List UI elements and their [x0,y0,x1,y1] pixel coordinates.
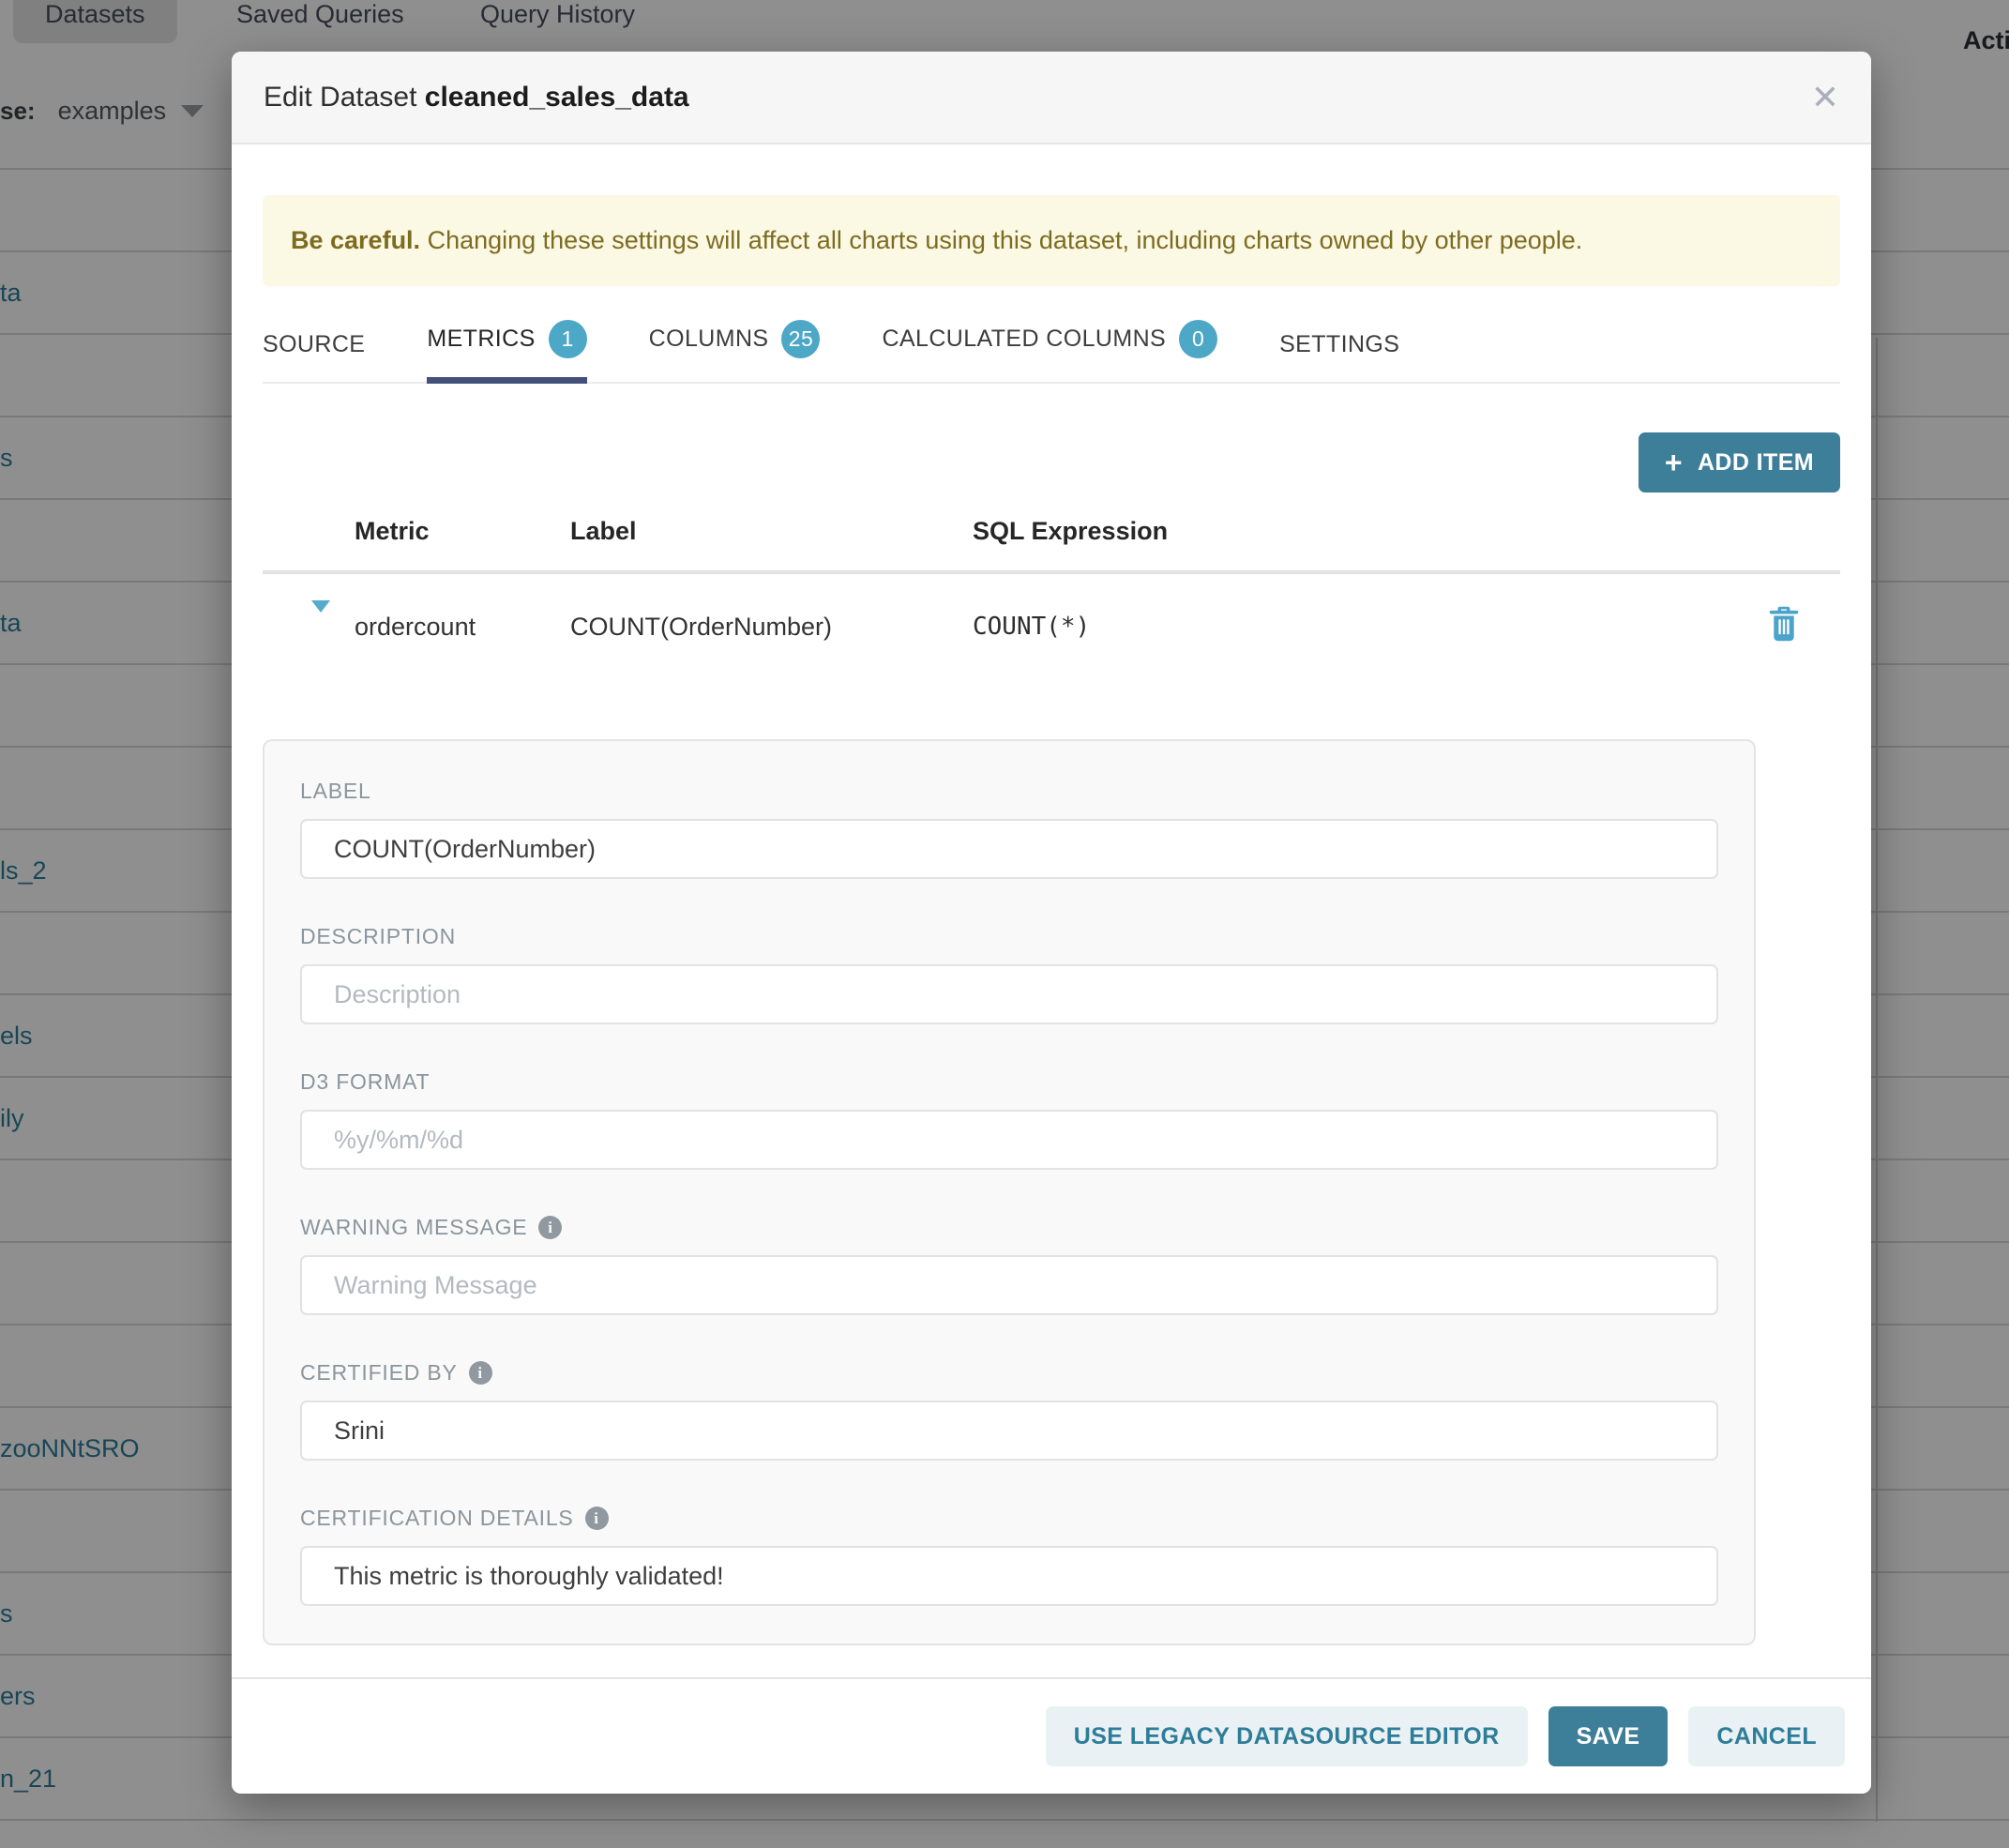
certified-by-field-label: CERTIFIED BY i [300,1360,1718,1386]
form-group-certified-by: CERTIFIED BY i [300,1360,1718,1461]
modal-header: Edit Dataset cleaned_sales_data ✕ [232,52,1871,144]
field-label-text: D3 FORMAT [300,1069,430,1095]
d3-format-field-label: D3 FORMAT [300,1069,1718,1095]
warning-message-input[interactable] [300,1255,1718,1315]
certified-by-input[interactable] [300,1401,1718,1461]
field-label-text: LABEL [300,779,371,804]
modal-tabs: SOURCE METRICS 1 COLUMNS 25 CALCULATED C… [263,320,1840,384]
form-group-label: LABEL [300,779,1718,879]
form-group-d3-format: D3 FORMAT [300,1069,1718,1170]
info-icon[interactable]: i [538,1216,562,1239]
certification-details-field-label: CERTIFICATION DETAILS i [300,1506,1718,1531]
plus-icon: + [1665,447,1683,477]
modal-title-prefix: Edit Dataset [264,82,416,113]
tab-label: SETTINGS [1279,331,1399,358]
columns-count-badge: 25 [781,320,820,358]
modal-title-dataset-name: cleaned_sales_data [425,82,689,113]
form-group-certification-details: CERTIFICATION DETAILS i [300,1506,1718,1606]
tab-calculated-columns[interactable]: CALCULATED COLUMNS 0 [882,320,1217,384]
field-label-text: WARNING MESSAGE [300,1215,527,1240]
modal-title: Edit Dataset cleaned_sales_data [264,82,689,114]
warning-banner: Be careful. Changing these settings will… [263,195,1840,286]
certification-details-input[interactable] [300,1546,1718,1606]
add-item-button[interactable]: + ADD ITEM [1639,432,1840,492]
spacer [1765,517,1840,546]
tab-label: SOURCE [263,331,365,358]
tab-label: CALCULATED COLUMNS [882,326,1166,353]
tab-metrics[interactable]: METRICS 1 [427,320,586,384]
field-label-text: CERTIFIED BY [300,1360,458,1386]
label-field-label: LABEL [300,779,1718,804]
d3-format-input[interactable] [300,1110,1718,1170]
tab-source[interactable]: SOURCE [263,331,365,384]
modal-footer: USE LEGACY DATASOURCE EDITOR SAVE CANCEL [232,1677,1871,1794]
metrics-count-badge: 1 [549,320,587,358]
description-field-label: DESCRIPTION [300,924,1718,949]
metrics-table: Metric Label SQL Expression ordercount C… [263,517,1840,679]
edit-dataset-modal: Edit Dataset cleaned_sales_data ✕ Be car… [232,52,1871,1794]
delete-metric-button[interactable] [1765,606,1803,644]
header-sql-expression: SQL Expression [973,517,1765,546]
header-metric: Metric [355,517,570,546]
metric-sql-expression: COUNT(*) [973,613,1765,641]
save-button[interactable]: SAVE [1548,1706,1669,1766]
tab-label: METRICS [427,326,535,353]
tab-settings[interactable]: SETTINGS [1279,331,1399,384]
warning-message-field-label: WARNING MESSAGE i [300,1215,1718,1240]
close-icon[interactable]: ✕ [1811,81,1839,114]
field-label-text: DESCRIPTION [300,924,456,949]
add-item-label: ADD ITEM [1698,449,1814,477]
caret-down-icon[interactable] [311,600,330,641]
metric-row: ordercount COUNT(OrderNumber) COUNT(*) [263,574,1840,679]
cancel-button[interactable]: CANCEL [1688,1706,1845,1766]
metric-name: ordercount [355,613,570,642]
modal-body: Be careful. Changing these settings will… [232,144,1871,1677]
warning-banner-text: Changing these settings will affect all … [420,226,1582,254]
form-group-description: DESCRIPTION [300,924,1718,1024]
add-item-row: + ADD ITEM [263,432,1840,492]
info-icon[interactable]: i [469,1361,492,1385]
spacer [263,517,355,546]
form-group-warning-message: WARNING MESSAGE i [300,1215,1718,1315]
description-input[interactable] [300,964,1718,1024]
header-label: Label [570,517,973,546]
metrics-table-header: Metric Label SQL Expression [263,517,1840,574]
label-input[interactable] [300,819,1718,879]
tab-columns[interactable]: COLUMNS 25 [649,320,821,384]
metric-label: COUNT(OrderNumber) [570,613,973,642]
metric-detail-panel: LABEL DESCRIPTION D3 FORMAT WARNING MESS… [263,739,1756,1645]
use-legacy-datasource-editor-button[interactable]: USE LEGACY DATASOURCE EDITOR [1046,1706,1528,1766]
calculated-columns-count-badge: 0 [1179,320,1217,358]
tab-label: COLUMNS [649,326,769,353]
trash-icon [1768,606,1800,642]
field-label-text: CERTIFICATION DETAILS [300,1506,574,1531]
info-icon[interactable]: i [585,1507,609,1530]
warning-banner-bold: Be careful. [291,226,420,254]
